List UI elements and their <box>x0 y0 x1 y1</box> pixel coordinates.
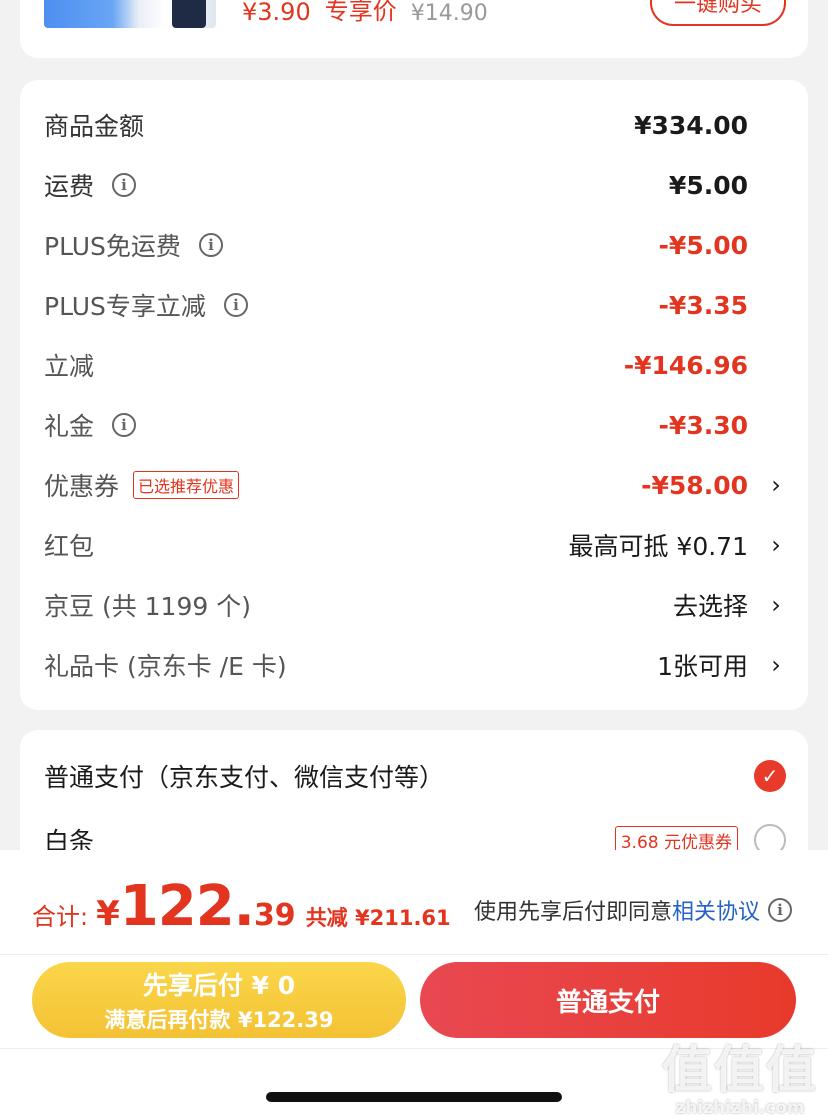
agreement-text: 使用先享后付即同意 <box>473 900 672 925</box>
chevron-right-icon: › <box>771 471 781 499</box>
summary-label: 礼品卡 (京东卡 /E 卡) <box>44 652 287 681</box>
summary-row-shipping: 运费 i ¥5.00 <box>44 155 784 215</box>
product-image-person <box>172 0 206 28</box>
summary-label: 运费 <box>44 172 95 201</box>
product-price-line: ¥3.90 专享价 ¥14.90 <box>242 0 488 26</box>
total-amount: 合计: ¥ 122. 39 共减 ¥211.61 <box>32 874 451 944</box>
summary-value: 去选择 <box>672 592 748 621</box>
summary-value: -¥3.30 <box>658 410 748 440</box>
agreement-notice: 使用先享后付即同意 相关协议 i <box>474 894 792 926</box>
summary-row-goods-amount: 商品金额 ¥334.00 <box>44 95 784 155</box>
summary-value: -¥58.00 <box>641 470 748 500</box>
chevron-right-icon: › <box>771 651 781 679</box>
summary-value: ¥334.00 <box>634 110 748 140</box>
summary-label: 礼金 <box>44 412 95 441</box>
summary-label: 京豆 (共 1199 个) <box>44 592 251 621</box>
info-icon[interactable]: i <box>768 898 792 922</box>
watermark-url: zhizhizhi.com <box>675 1098 805 1116</box>
agreement-link[interactable]: 相关协议 <box>672 894 760 926</box>
watermark: 值值值 zhizhizhi.com <box>662 1030 818 1116</box>
product-original-price: ¥14.90 <box>410 1 488 26</box>
summary-row-jingdou[interactable]: 京豆 (共 1199 个) 去选择 › <box>44 575 784 635</box>
payment-option-label: 普通支付（京东支付、微信支付等） <box>44 763 445 792</box>
summary-value: -¥146.96 <box>623 350 748 380</box>
payment-option-normal[interactable]: 普通支付（京东支付、微信支付等） ✓ <box>44 748 786 804</box>
total-integer: 122. <box>119 874 255 939</box>
normal-pay-button[interactable]: 普通支付 <box>420 962 796 1038</box>
coupon-tag: 已选推荐优惠 <box>133 471 240 499</box>
info-icon[interactable]: i <box>223 293 248 317</box>
pay-later-line2: 满意后再付款 ¥122.39 <box>104 1008 334 1032</box>
summary-value: 1张可用 <box>657 652 748 681</box>
home-indicator[interactable] <box>266 1092 562 1102</box>
pay-later-line1: 先享后付 ¥ 0 <box>142 971 296 1000</box>
checkout-bottom-bar: 合计: ¥ 122. 39 共减 ¥211.61 使用先享后付即同意 相关协议 … <box>0 850 828 1116</box>
summary-label: 立减 <box>44 352 95 381</box>
product-card: ¥3.90 专享价 ¥14.90 一键购买 <box>20 0 808 58</box>
product-price-tag: 专享价 <box>324 0 397 25</box>
summary-row-plus-discount: PLUS专享立减 i -¥3.35 <box>44 275 784 335</box>
total-currency: ¥ <box>96 894 120 934</box>
summary-value: ¥5.00 <box>668 170 748 200</box>
summary-row-red-packet[interactable]: 红包 最高可抵 ¥0.71 › <box>44 515 784 575</box>
info-icon[interactable]: i <box>198 233 223 257</box>
summary-row-coupon[interactable]: 优惠券 已选推荐优惠 -¥58.00 › <box>44 455 784 515</box>
product-thumbnail[interactable] <box>44 0 216 28</box>
summary-label: PLUS专享立减 <box>44 292 206 321</box>
checkmark-circle-icon[interactable]: ✓ <box>754 760 786 792</box>
summary-label: PLUS免运费 <box>44 232 181 261</box>
summary-value: -¥3.35 <box>658 290 748 320</box>
watermark-logo: 值值值 <box>662 1041 818 1099</box>
chevron-right-icon: › <box>771 531 781 559</box>
order-summary-card: 商品金额 ¥334.00 运费 i ¥5.00 PLUS免运费 i -¥5.00 P… <box>20 80 808 710</box>
summary-row-instant-discount: 立减 -¥146.96 <box>44 335 784 395</box>
total-label: 合计: <box>32 903 89 931</box>
divider <box>0 954 828 955</box>
summary-label: 商品金额 <box>44 112 145 141</box>
product-price: ¥3.90 <box>242 0 311 26</box>
pay-later-button[interactable]: 先享后付 ¥ 0 满意后再付款 ¥122.39 <box>32 962 406 1038</box>
total-decimal: 39 <box>253 898 296 933</box>
total-saved: 共减 ¥211.61 <box>305 906 451 930</box>
summary-row-plus-free-shipping: PLUS免运费 i -¥5.00 <box>44 215 784 275</box>
info-icon[interactable]: i <box>112 413 137 437</box>
info-icon[interactable]: i <box>112 173 137 197</box>
summary-row-gift-card[interactable]: 礼品卡 (京东卡 /E 卡) 1张可用 › <box>44 635 784 695</box>
one-click-buy-button[interactable]: 一键购买 <box>650 0 786 26</box>
summary-value: 最高可抵 ¥0.71 <box>568 532 748 561</box>
summary-value: -¥5.00 <box>658 230 748 260</box>
summary-row-gift-money: 礼金 i -¥3.30 <box>44 395 784 455</box>
summary-label: 优惠券 <box>44 472 120 501</box>
summary-label: 红包 <box>44 532 95 561</box>
chevron-right-icon: › <box>771 591 781 619</box>
